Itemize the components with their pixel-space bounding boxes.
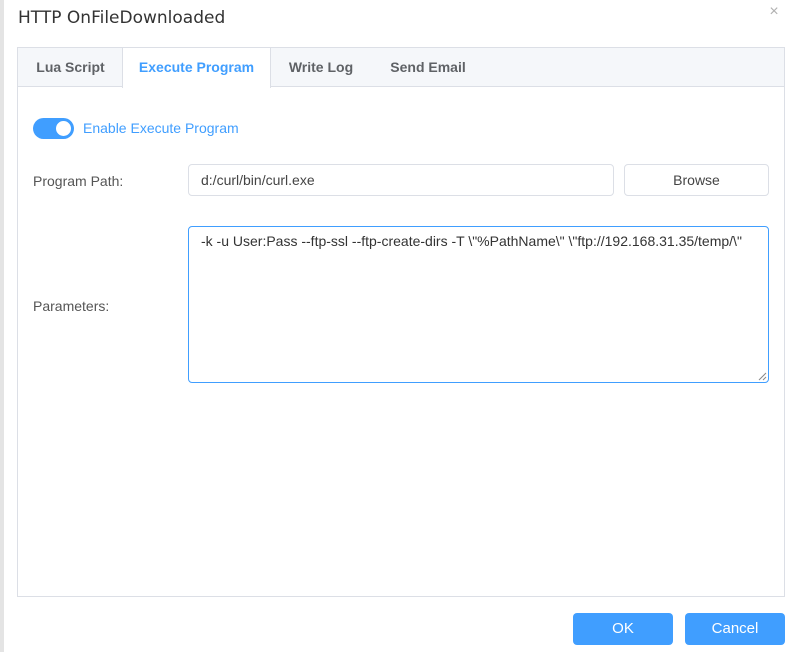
tab-write-log[interactable]: Write Log [271,48,371,87]
parameters-textarea[interactable]: -k -u User:Pass --ftp-ssl --ftp-create-d… [188,226,769,383]
toggle-knob [56,121,71,136]
tab-bar: Lua Script Execute Program Write Log Sen… [18,48,784,88]
parameters-label: Parameters: [33,298,110,314]
enable-execute-toggle[interactable] [33,118,74,139]
ok-button[interactable]: OK [573,613,673,645]
tab-send-email[interactable]: Send Email [371,48,485,87]
dialog-title: HTTP OnFileDownloaded [18,8,226,28]
cancel-button[interactable]: Cancel [685,613,785,645]
browse-button[interactable]: Browse [624,164,769,196]
dialog: HTTP OnFileDownloaded × Lua Script Execu… [4,0,792,652]
close-icon[interactable]: × [766,4,782,20]
program-path-input[interactable]: d:/curl/bin/curl.exe [188,164,614,196]
enable-execute-label: Enable Execute Program [83,120,239,136]
tab-lua-script[interactable]: Lua Script [18,48,123,87]
tab-execute-program[interactable]: Execute Program [122,48,271,88]
parameters-text: -k -u User:Pass --ftp-ssl --ftp-create-d… [201,233,742,249]
program-path-label: Program Path: [33,173,124,189]
resize-handle-icon[interactable] [758,372,767,381]
tab-panel: Lua Script Execute Program Write Log Sen… [17,47,785,597]
